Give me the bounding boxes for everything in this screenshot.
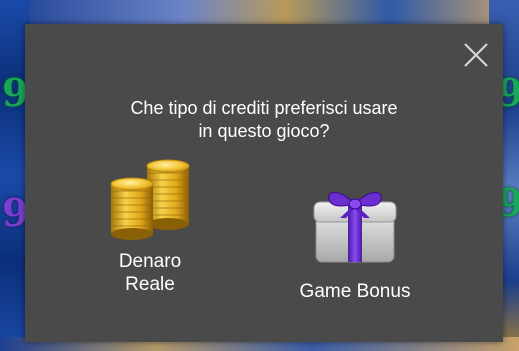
real-money-option[interactable]: Denaro Reale xyxy=(95,158,205,296)
background-reel-top xyxy=(0,0,519,24)
gift-box-icon xyxy=(313,192,397,263)
game-bonus-label: Game Bonus xyxy=(299,281,411,302)
question-line: in questo gioco? xyxy=(198,121,330,141)
game-screen: 9 9 9 9 Che tipo di crediti preferisci u… xyxy=(0,0,519,351)
real-money-label-line: Denaro xyxy=(118,251,182,272)
credit-type-dialog: Che tipo di crediti preferisci usare in … xyxy=(25,24,503,342)
gold-coins-icon xyxy=(110,159,190,240)
close-icon xyxy=(464,43,488,67)
real-money-label: Denaro Reale xyxy=(95,250,205,296)
close-button[interactable] xyxy=(463,42,489,68)
dialog-question: Che tipo di crediti preferisci usare in … xyxy=(25,97,503,143)
game-bonus-option[interactable]: Game Bonus xyxy=(275,184,435,303)
question-line: Che tipo di crediti preferisci usare xyxy=(130,98,398,118)
real-money-label-line: Reale xyxy=(125,274,175,295)
